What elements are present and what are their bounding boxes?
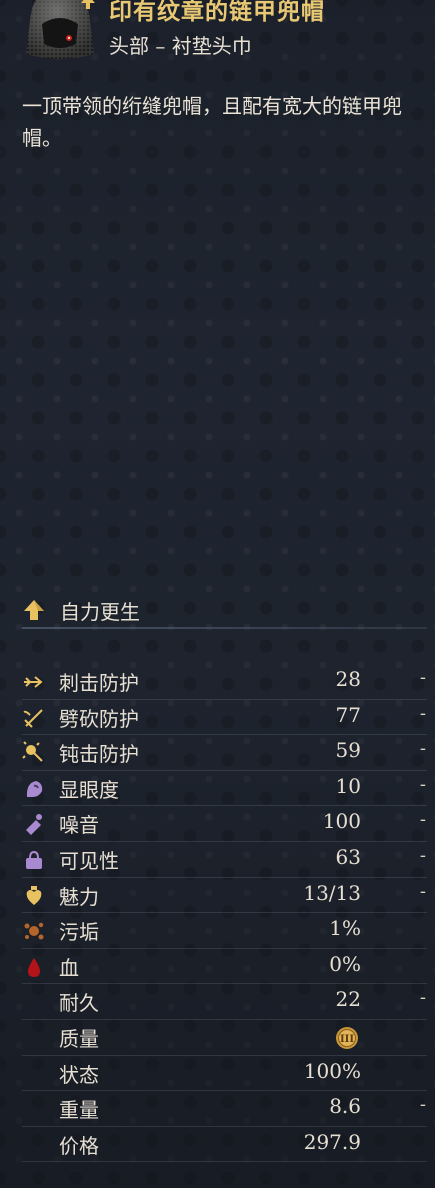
stat-row: 魅力 13/13 - bbox=[0, 878, 435, 914]
stat-row: 可见性 63 - bbox=[0, 842, 435, 878]
stat-value: 297.9 bbox=[303, 1129, 361, 1154]
stat-name: 可见性 bbox=[59, 849, 119, 873]
stat-name: 血 bbox=[59, 955, 79, 980]
stat-diff: - bbox=[419, 702, 426, 724]
stat-diff: - bbox=[419, 667, 426, 688]
item-description: 一顶带领的绗缝兜帽，且配有宽大的链甲兜帽。 bbox=[22, 94, 402, 150]
stat-name: 显眼度 bbox=[59, 777, 119, 802]
stat-row: 钝击防护 59 - bbox=[0, 735, 435, 771]
charisma-icon bbox=[22, 884, 46, 908]
stat-diff: - bbox=[419, 880, 426, 902]
stat-name: 污垢 bbox=[59, 920, 99, 945]
stat-row: 价格 297.9 bbox=[0, 1127, 435, 1163]
stat-name: 耐久 bbox=[59, 991, 99, 1016]
upgrade-arrow-icon bbox=[81, 0, 95, 9]
stat-diff: - bbox=[419, 809, 426, 831]
noise-icon bbox=[22, 812, 46, 836]
section-divider bbox=[22, 627, 427, 629]
quality-coin-label: III bbox=[340, 1034, 354, 1045]
stat-row: 显眼度 10 - bbox=[0, 771, 435, 807]
stat-name: 质量 bbox=[59, 1027, 99, 1051]
stat-row: 噪音 100 - bbox=[0, 806, 435, 842]
stat-value: 0% bbox=[329, 951, 361, 976]
stat-name: 劈砍防护 bbox=[59, 706, 139, 731]
item-title: 印有纹章的链甲兜帽 bbox=[109, 0, 325, 25]
stat-row: 重量 8.6 - bbox=[0, 1091, 435, 1127]
upgrade-arrow-icon bbox=[24, 600, 44, 620]
stat-name: 状态 bbox=[59, 1062, 99, 1087]
stat-name: 噪音 bbox=[59, 813, 99, 838]
stat-value: 63 bbox=[335, 845, 361, 869]
dirt-icon bbox=[22, 919, 46, 943]
stat-value: 100 bbox=[322, 809, 361, 834]
quality-coin-icon: III bbox=[336, 1027, 358, 1049]
stat-name: 魅力 bbox=[59, 884, 99, 909]
row-divider bbox=[22, 1161, 427, 1163]
regen-label: 自力更生 bbox=[60, 599, 140, 624]
stat-value: 13/13 bbox=[303, 880, 361, 905]
stab-icon bbox=[22, 670, 46, 694]
conspicuousness-icon bbox=[22, 777, 46, 801]
item-tooltip: 印有纹章的链甲兜帽 头部 – 衬垫头巾 一顶带领的绗缝兜帽，且配有宽大的链甲兜帽… bbox=[0, 0, 435, 1188]
stat-diff: - bbox=[419, 1094, 426, 1116]
stat-value: 1% bbox=[329, 916, 361, 941]
item-header: 印有纹章的链甲兜帽 头部 – 衬垫头巾 bbox=[0, 0, 435, 70]
regen-row: 自力更生 bbox=[22, 595, 140, 625]
stat-diff: - bbox=[419, 738, 426, 760]
stat-row: 刺击防护 28 - bbox=[0, 664, 435, 700]
item-slot-type: 头部 – 衬垫头巾 bbox=[109, 34, 252, 58]
slash-icon bbox=[22, 706, 46, 730]
stat-row: 劈砍防护 77 - bbox=[0, 700, 435, 736]
stat-value: 10 bbox=[335, 773, 361, 798]
stat-value: 100% bbox=[303, 1058, 361, 1083]
stat-name: 重量 bbox=[59, 1098, 99, 1123]
stat-diff: - bbox=[419, 773, 426, 795]
stat-value: 28 bbox=[335, 667, 361, 691]
stat-diff: - bbox=[419, 845, 426, 866]
stat-row: 血 0% bbox=[0, 949, 435, 985]
stat-row: 耐久 22 - bbox=[0, 984, 435, 1020]
stat-value: 22 bbox=[335, 987, 361, 1012]
blood-icon bbox=[22, 955, 46, 979]
blunt-icon bbox=[22, 741, 46, 765]
stat-row: 质量 III bbox=[0, 1020, 435, 1056]
stat-name: 钝击防护 bbox=[59, 742, 139, 767]
stat-name: 刺击防护 bbox=[59, 671, 139, 695]
stat-value: 59 bbox=[335, 738, 361, 763]
stat-name: 价格 bbox=[59, 1133, 99, 1158]
stat-value: 77 bbox=[335, 702, 361, 727]
stat-row: 污垢 1% bbox=[0, 913, 435, 949]
visibility-icon bbox=[22, 848, 46, 872]
stat-value: 8.6 bbox=[329, 1094, 361, 1119]
stat-row: 状态 100% bbox=[0, 1056, 435, 1092]
stat-diff: - bbox=[419, 987, 426, 1009]
